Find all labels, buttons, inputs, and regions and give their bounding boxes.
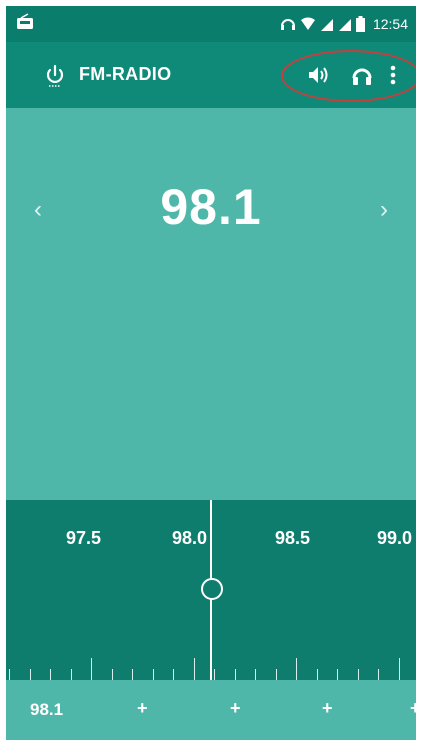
add-favorite-button-2[interactable]: + bbox=[230, 698, 241, 719]
tuner-tick bbox=[132, 669, 133, 680]
status-icons: 12:54 bbox=[280, 13, 408, 35]
favorite-station[interactable]: 98.1 bbox=[30, 700, 63, 720]
tuner-label-99-0: 99.0 bbox=[377, 528, 413, 548]
more-options-icon[interactable] bbox=[386, 62, 400, 88]
tuner-tick bbox=[50, 669, 51, 680]
tuner-tick bbox=[193, 658, 195, 680]
tuner-tick bbox=[70, 669, 72, 680]
tuner-knob[interactable] bbox=[201, 578, 223, 600]
tuner-tick bbox=[152, 669, 154, 680]
tuner-tick bbox=[214, 669, 215, 680]
tuner-tick bbox=[173, 669, 174, 680]
tuner-tick bbox=[234, 669, 236, 680]
tuner-tick bbox=[316, 669, 318, 680]
tuner-tick bbox=[337, 669, 338, 680]
tuner-label-98-5: 98.5 bbox=[275, 528, 311, 548]
power-icon[interactable] bbox=[44, 64, 66, 88]
wifi-status-icon bbox=[300, 17, 315, 30]
tuner-tick bbox=[275, 669, 277, 680]
tuner-tick bbox=[357, 669, 359, 680]
tuner-tick bbox=[111, 669, 113, 680]
signal-status-icon-2 bbox=[338, 19, 351, 31]
add-favorite-button-4[interactable]: + bbox=[410, 698, 416, 719]
battery-status-icon bbox=[355, 16, 365, 32]
status-bar: 12:54 bbox=[6, 6, 416, 42]
tuner-label-97-5: 97.5 bbox=[66, 528, 102, 548]
add-favorite-button-1[interactable]: + bbox=[137, 698, 148, 719]
speaker-icon[interactable] bbox=[306, 62, 332, 88]
tuner-dial[interactable]: 97.5 98.0 98.5 99.0 bbox=[6, 500, 416, 680]
favorites-bar: 98.1 + + + + bbox=[6, 680, 416, 740]
signal-status-icon bbox=[320, 19, 333, 31]
status-time: 12:54 bbox=[372, 16, 408, 32]
tuner-label-98-0: 98.0 bbox=[172, 528, 208, 548]
headset-status-icon bbox=[280, 19, 295, 30]
app-title: FM-RADIO bbox=[79, 64, 172, 84]
tuner-tick bbox=[378, 669, 379, 680]
current-frequency: 98.1 bbox=[160, 179, 262, 235]
tuner-tick bbox=[9, 669, 10, 680]
tuner-tick bbox=[255, 669, 256, 680]
tuner-tick bbox=[398, 658, 400, 680]
frequency-display: ‹ 98.1 › bbox=[6, 108, 416, 500]
headset-icon[interactable] bbox=[350, 62, 374, 88]
tuner-tick bbox=[29, 669, 31, 680]
app-toolbar: FM-RADIO bbox=[6, 42, 416, 108]
radio-status-icon bbox=[16, 13, 36, 33]
next-station-button[interactable]: › bbox=[372, 196, 396, 224]
tuner-tick bbox=[91, 658, 92, 680]
fm-radio-screen: 12:54 FM-RADIO ‹ 98.1 › 97.5 98.0 98.5 9… bbox=[6, 6, 416, 740]
add-favorite-button-3[interactable]: + bbox=[322, 698, 333, 719]
tuner-tick bbox=[296, 658, 297, 680]
